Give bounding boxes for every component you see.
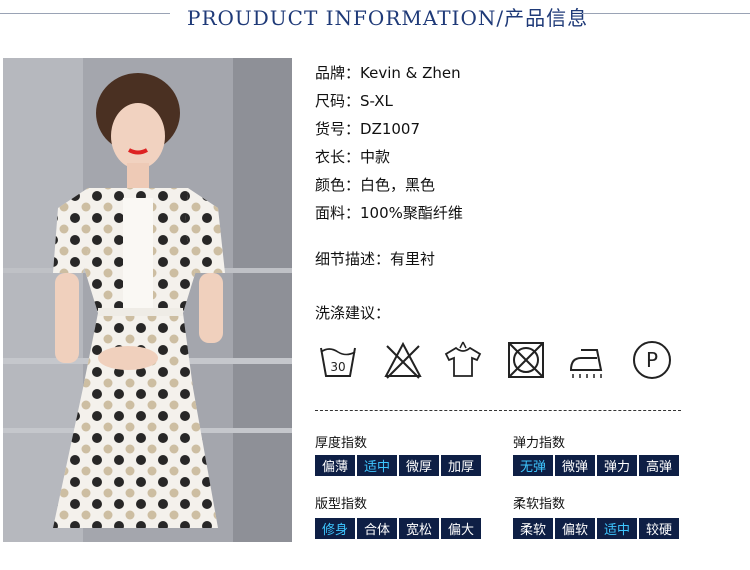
spec-value: 白色，黑色 bbox=[360, 176, 436, 194]
section-title: PROUDUCT INFORMATION/产品信息 bbox=[187, 6, 589, 30]
divider bbox=[315, 410, 681, 411]
fit-index-title: 版型指数 bbox=[315, 497, 368, 512]
thickness-index-title: 厚度指数 bbox=[315, 436, 368, 451]
spec-label: 衣长： bbox=[315, 148, 361, 166]
fit-option: 宽松 bbox=[399, 518, 439, 539]
spec-size: 尺码：S-XL bbox=[315, 90, 393, 111]
spec-value: S-XL bbox=[360, 92, 393, 110]
wash-title: 洗涤建议： bbox=[315, 304, 391, 322]
fit-option: 偏大 bbox=[441, 518, 481, 539]
spec-value: 100%聚酯纤维 bbox=[360, 204, 463, 222]
thickness-option-selected: 适中 bbox=[357, 455, 397, 476]
hang-dry-icon bbox=[444, 341, 482, 377]
fit-index-options: 修身 合体 宽松 偏大 bbox=[315, 518, 481, 539]
thickness-option: 微厚 bbox=[399, 455, 439, 476]
softness-index-title: 柔软指数 bbox=[513, 497, 566, 512]
softness-index-options: 柔软 偏软 适中 较硬 bbox=[513, 518, 679, 539]
detail-label: 细节描述： bbox=[315, 250, 391, 268]
elasticity-index-title: 弹力指数 bbox=[513, 436, 566, 451]
spec-value: 中款 bbox=[360, 148, 391, 166]
spec-label: 尺码： bbox=[315, 92, 361, 110]
spec-color: 颜色：白色，黑色 bbox=[315, 174, 435, 195]
no-tumble-dry-icon bbox=[508, 342, 544, 378]
thickness-option: 加厚 bbox=[441, 455, 481, 476]
spec-label: 颜色： bbox=[315, 176, 361, 194]
no-bleach-icon bbox=[384, 341, 422, 379]
elasticity-index-options: 无弹 微弹 弹力 高弹 bbox=[513, 455, 679, 476]
spec-sku: 货号：DZ1007 bbox=[315, 118, 420, 139]
product-photo bbox=[3, 58, 292, 542]
thickness-option: 偏薄 bbox=[315, 455, 355, 476]
elasticity-option: 微弹 bbox=[555, 455, 595, 476]
spec-label: 面料： bbox=[315, 204, 361, 222]
softness-option: 较硬 bbox=[639, 518, 679, 539]
elasticity-option-selected: 无弹 bbox=[513, 455, 553, 476]
header-rule-left bbox=[0, 13, 170, 14]
detail-value: 有里衬 bbox=[390, 250, 436, 268]
spec-fabric: 面料：100%聚酯纤维 bbox=[315, 202, 463, 223]
low-iron-icon bbox=[569, 349, 603, 378]
fit-option-selected: 修身 bbox=[315, 518, 355, 539]
spec-value: Kevin & Zhen bbox=[360, 64, 461, 82]
softness-option-selected: 适中 bbox=[597, 518, 637, 539]
elasticity-option: 弹力 bbox=[597, 455, 637, 476]
spec-brand: 品牌：Kevin & Zhen bbox=[315, 62, 461, 83]
wash-30-icon: 30 bbox=[320, 347, 356, 377]
header-rule-right bbox=[582, 13, 750, 14]
dry-clean-letter: P bbox=[646, 348, 658, 372]
fit-option: 合体 bbox=[357, 518, 397, 539]
softness-option: 柔软 bbox=[513, 518, 553, 539]
spec-value: DZ1007 bbox=[360, 120, 421, 138]
spec-detail: 细节描述：有里衬 bbox=[315, 248, 435, 269]
spec-label: 品牌： bbox=[315, 64, 361, 82]
dry-clean-p-icon: P bbox=[633, 341, 671, 379]
wash-temperature: 30 bbox=[330, 360, 345, 374]
thickness-index-options: 偏薄 适中 微厚 加厚 bbox=[315, 455, 481, 476]
spec-length: 衣长：中款 bbox=[315, 146, 390, 167]
spec-label: 货号： bbox=[315, 120, 361, 138]
softness-option: 偏软 bbox=[555, 518, 595, 539]
elasticity-option: 高弹 bbox=[639, 455, 679, 476]
